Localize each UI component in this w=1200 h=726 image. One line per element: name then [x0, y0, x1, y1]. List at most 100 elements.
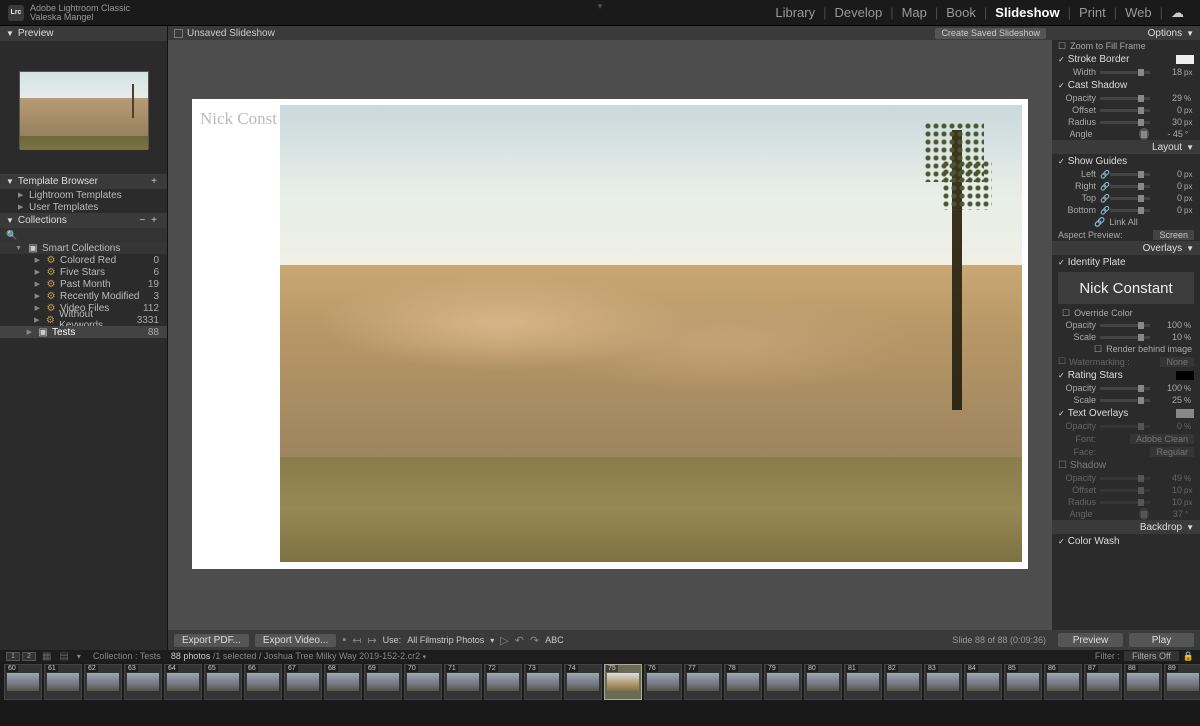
overlays-header[interactable]: Overlays▼	[1052, 241, 1200, 255]
filmstrip-thumb[interactable]: 67	[284, 664, 322, 700]
filmstrip-thumb[interactable]: 79	[764, 664, 802, 700]
monitor-2-toggle[interactable]: 2	[22, 652, 36, 661]
smart-colored-red[interactable]: ▶⚙Colored Red0	[0, 254, 167, 266]
preview-header[interactable]: ▼ Preview	[0, 26, 167, 41]
template-browser-header[interactable]: ▼ Template Browser +	[0, 174, 167, 189]
collections-plus-icon[interactable]: +	[151, 215, 157, 226]
filmstrip-thumb[interactable]: 87	[1084, 664, 1122, 700]
guide-right-slider[interactable]	[1110, 185, 1150, 188]
text-overlays-checkbox[interactable]: ✓Text Overlays	[1052, 406, 1200, 420]
smart-past-month[interactable]: ▶⚙Past Month19	[0, 278, 167, 290]
filmstrip-thumb[interactable]: 83	[924, 664, 962, 700]
module-library[interactable]: Library	[767, 5, 823, 20]
stroke-width-slider[interactable]	[1100, 71, 1150, 74]
rs-opacity-slider[interactable]	[1100, 387, 1150, 390]
filmstrip-thumb[interactable]: 70	[404, 664, 442, 700]
rotate-cw-icon[interactable]: ↷	[530, 634, 539, 647]
breadcrumb[interactable]: Collection : Tests 88 photos /1 selected…	[93, 651, 426, 661]
abc-button[interactable]: ABC	[545, 635, 564, 645]
filmstrip-thumb[interactable]: 76	[644, 664, 682, 700]
filter-lock-icon[interactable]: 🔒	[1183, 651, 1194, 662]
panel-grip-icon[interactable]: ▾	[598, 1, 603, 12]
font-dropdown[interactable]: Adobe Clean	[1130, 434, 1194, 444]
filmstrip-thumb[interactable]: 66	[244, 664, 282, 700]
smart-collections-folder[interactable]: ▼▣ Smart Collections	[0, 242, 167, 254]
module-print[interactable]: Print	[1071, 5, 1114, 20]
zoom-to-fill-checkbox[interactable]: ☐Zoom to Fill Frame	[1052, 40, 1200, 52]
identity-plate-overlay[interactable]: Nick Const	[200, 109, 277, 129]
rating-color-swatch[interactable]	[1176, 371, 1194, 380]
show-guides-checkbox[interactable]: ✓Show Guides	[1052, 154, 1200, 168]
collections-search[interactable]: 🔍	[0, 228, 167, 242]
face-dropdown[interactable]: Regular	[1150, 447, 1194, 457]
rotate-ccw-icon[interactable]: ↶	[515, 634, 524, 647]
smart-without-keywords[interactable]: ▶⚙Without Keywords3331	[0, 314, 167, 326]
module-map[interactable]: Map	[894, 5, 935, 20]
play-icon[interactable]: ▷	[500, 634, 508, 647]
aspect-preview-dropdown[interactable]: Screen	[1153, 230, 1194, 240]
cloud-sync-icon[interactable]: ☁	[1163, 5, 1192, 21]
collection-tests[interactable]: ▶▣Tests88	[0, 326, 167, 338]
options-header[interactable]: Options▼	[1052, 26, 1200, 40]
watermarking-row[interactable]: ☐Watermarking :None	[1052, 355, 1200, 368]
filmstrip-thumb[interactable]: 84	[964, 664, 1002, 700]
preview-button[interactable]: Preview	[1058, 633, 1123, 647]
layout-header[interactable]: Layout▼	[1052, 140, 1200, 154]
cast-shadow-checkbox[interactable]: ✓Cast Shadow	[1052, 78, 1200, 92]
filmstrip-thumb[interactable]: 65	[204, 664, 242, 700]
module-web[interactable]: Web	[1117, 5, 1160, 20]
shadow-offset-slider[interactable]	[1100, 109, 1150, 112]
template-user[interactable]: ▶User Templates	[0, 201, 167, 213]
stroke-border-checkbox[interactable]: ✓Stroke Border	[1052, 52, 1200, 66]
filmstrip-thumb[interactable]: 71	[444, 664, 482, 700]
smart-recently-modified[interactable]: ▶⚙Recently Modified3	[0, 290, 167, 302]
filmstrip-thumb[interactable]: 75	[604, 664, 642, 700]
shadow-opacity-slider[interactable]	[1100, 97, 1150, 100]
play-button[interactable]: Play	[1129, 633, 1194, 647]
create-saved-slideshow-button[interactable]: Create Saved Slideshow	[935, 28, 1046, 39]
template-lightroom[interactable]: ▶Lightroom Templates	[0, 189, 167, 201]
filmstrip-thumb[interactable]: 85	[1004, 664, 1042, 700]
filmstrip-thumb[interactable]: 63	[124, 664, 162, 700]
slide-frame[interactable]: Nick Const ⊡	[192, 99, 1028, 569]
module-develop[interactable]: Develop	[826, 5, 890, 20]
use-dropdown[interactable]: All Filmstrip Photos	[407, 635, 484, 645]
filmstrip[interactable]: 6061626364656667686970717273747576777879…	[0, 662, 1200, 702]
id-scale-slider[interactable]	[1100, 336, 1150, 339]
guide-left-slider[interactable]	[1110, 173, 1150, 176]
shadow-radius-slider[interactable]	[1100, 121, 1150, 124]
guide-bottom-slider[interactable]	[1110, 209, 1150, 212]
grid-view-icon-2[interactable]: ▤	[59, 651, 68, 662]
filmstrip-thumb[interactable]: 89	[1164, 664, 1200, 700]
collections-header[interactable]: ▼ Collections − +	[0, 213, 167, 228]
filmstrip-thumb[interactable]: 69	[364, 664, 402, 700]
filmstrip-thumb[interactable]: 86	[1044, 664, 1082, 700]
filmstrip-thumb[interactable]: 62	[84, 664, 122, 700]
filmstrip-thumb[interactable]: 68	[324, 664, 362, 700]
stop-icon[interactable]: ▪	[342, 634, 346, 646]
monitor-1-toggle[interactable]: 1	[6, 652, 20, 661]
next-icon[interactable]: ↦	[367, 634, 376, 647]
guide-top-slider[interactable]	[1110, 197, 1150, 200]
rs-scale-slider[interactable]	[1100, 399, 1150, 402]
identity-plate-preview[interactable]: Nick Constant	[1058, 272, 1194, 304]
filter-dropdown[interactable]: Filters Off	[1124, 651, 1179, 661]
filmstrip-thumb[interactable]: 88	[1124, 664, 1162, 700]
filmstrip-thumb[interactable]: 64	[164, 664, 202, 700]
add-template-icon[interactable]: +	[151, 176, 157, 187]
module-slideshow[interactable]: Slideshow	[987, 5, 1067, 20]
to-shadow-checkbox[interactable]: ☐Shadow	[1052, 458, 1200, 472]
render-behind-checkbox[interactable]: ☐Render behind image	[1052, 343, 1200, 355]
text-overlay-swatch[interactable]	[1176, 409, 1194, 418]
filmstrip-thumb[interactable]: 77	[684, 664, 722, 700]
export-video-button[interactable]: Export Video...	[255, 634, 336, 647]
rating-stars-checkbox[interactable]: ✓Rating Stars	[1052, 368, 1200, 382]
smart-five-stars[interactable]: ▶⚙Five Stars6	[0, 266, 167, 278]
filmstrip-thumb[interactable]: 60	[4, 664, 42, 700]
filmstrip-thumb[interactable]: 72	[484, 664, 522, 700]
filmstrip-thumb[interactable]: 81	[844, 664, 882, 700]
filmstrip-thumb[interactable]: 73	[524, 664, 562, 700]
prev-icon[interactable]: ↤	[352, 634, 361, 647]
link-all-checkbox[interactable]: 🔗Link All	[1052, 216, 1200, 228]
backdrop-header[interactable]: Backdrop▼	[1052, 520, 1200, 534]
